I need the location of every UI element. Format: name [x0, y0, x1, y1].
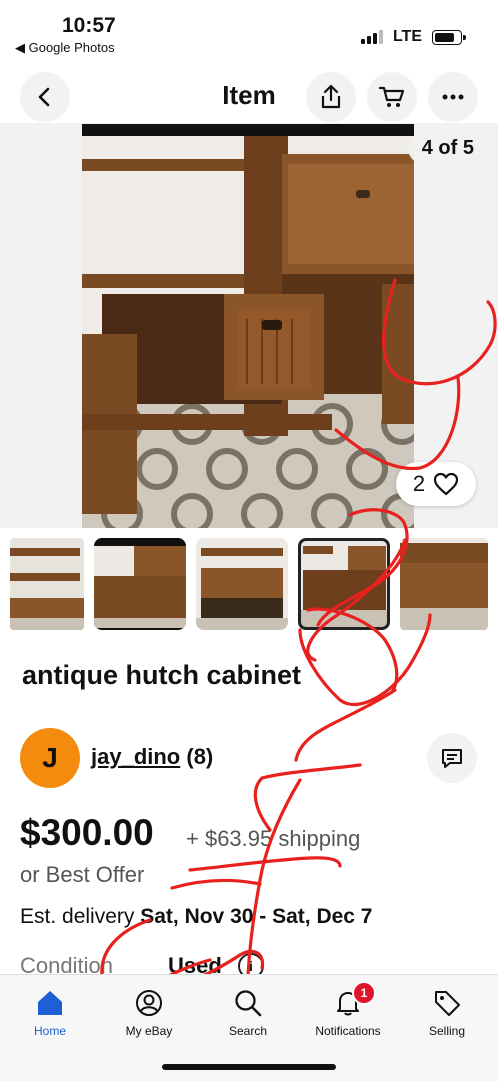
message-icon	[442, 749, 462, 768]
delivery-dates: Sat, Nov 30 - Sat, Dec 7	[140, 905, 373, 928]
tab-notifications[interactable]: 1 Notifications	[298, 981, 398, 1038]
battery-icon	[432, 29, 466, 45]
thumbnail-selected[interactable]	[298, 538, 390, 630]
thumbnail[interactable]	[94, 538, 186, 630]
thumbnail[interactable]	[196, 538, 288, 630]
tab-my-ebay[interactable]: My eBay	[99, 987, 199, 1038]
tab-my-ebay-label: My eBay	[125, 1024, 173, 1038]
best-offer-note: or Best Offer	[20, 862, 145, 887]
user-icon	[136, 990, 162, 1016]
page-title: Item	[222, 80, 276, 110]
notification-badge: 1	[352, 981, 376, 1005]
cart-icon	[379, 86, 405, 107]
thumbnail-strip	[10, 538, 488, 630]
more-options-button[interactable]	[428, 72, 478, 122]
shipping-cost: + $63.95 shipping	[186, 826, 361, 851]
tab-home-label: Home	[33, 1024, 66, 1038]
tab-search[interactable]: Search	[198, 987, 298, 1038]
delivery-label: Est. delivery	[20, 905, 135, 928]
share-icon	[321, 84, 341, 109]
signal-icon	[360, 30, 383, 44]
seller-feedback: (8)	[186, 744, 214, 769]
network-type: LTE	[392, 28, 422, 45]
tab-search-label: Search	[228, 1024, 268, 1038]
home-icon	[38, 991, 62, 1015]
listing-photo[interactable]	[82, 124, 414, 528]
seller-avatar[interactable]: J	[20, 728, 80, 788]
search-icon	[235, 990, 262, 1017]
home-indicator	[162, 1064, 336, 1070]
listing-title: antique hutch cabinet	[22, 660, 302, 690]
heart-icon	[434, 472, 459, 496]
cart-button[interactable]	[367, 72, 417, 122]
tab-selling[interactable]: Selling	[397, 987, 497, 1038]
more-icon	[442, 94, 464, 100]
status-time: 10:57	[62, 14, 116, 37]
photo-counter: 4 of 5	[407, 133, 488, 164]
seller-info[interactable]: jay_dino (8)	[91, 744, 213, 770]
chevron-left-icon	[38, 87, 50, 107]
tab-selling-label: Selling	[428, 1024, 466, 1038]
status-indicators: LTE	[360, 28, 466, 46]
delivery-estimate: Est. delivery Sat, Nov 30 - Sat, Dec 7	[20, 905, 372, 929]
tab-home[interactable]: Home	[0, 987, 100, 1038]
tag-icon	[435, 991, 460, 1016]
item-price: $300.00	[20, 812, 154, 853]
thumbnail[interactable]	[400, 538, 488, 630]
back-button[interactable]	[20, 72, 70, 122]
watch-button[interactable]: 2	[396, 462, 476, 506]
back-to-app-link[interactable]: ◀ Google Photos	[15, 40, 115, 56]
tab-notifications-label: Notifications	[315, 1024, 381, 1038]
seller-name-link[interactable]: jay_dino	[91, 744, 180, 769]
message-seller-button[interactable]	[427, 733, 477, 783]
thumbnail[interactable]	[10, 538, 84, 630]
watch-count: 2	[412, 471, 426, 496]
share-button[interactable]	[306, 72, 356, 122]
